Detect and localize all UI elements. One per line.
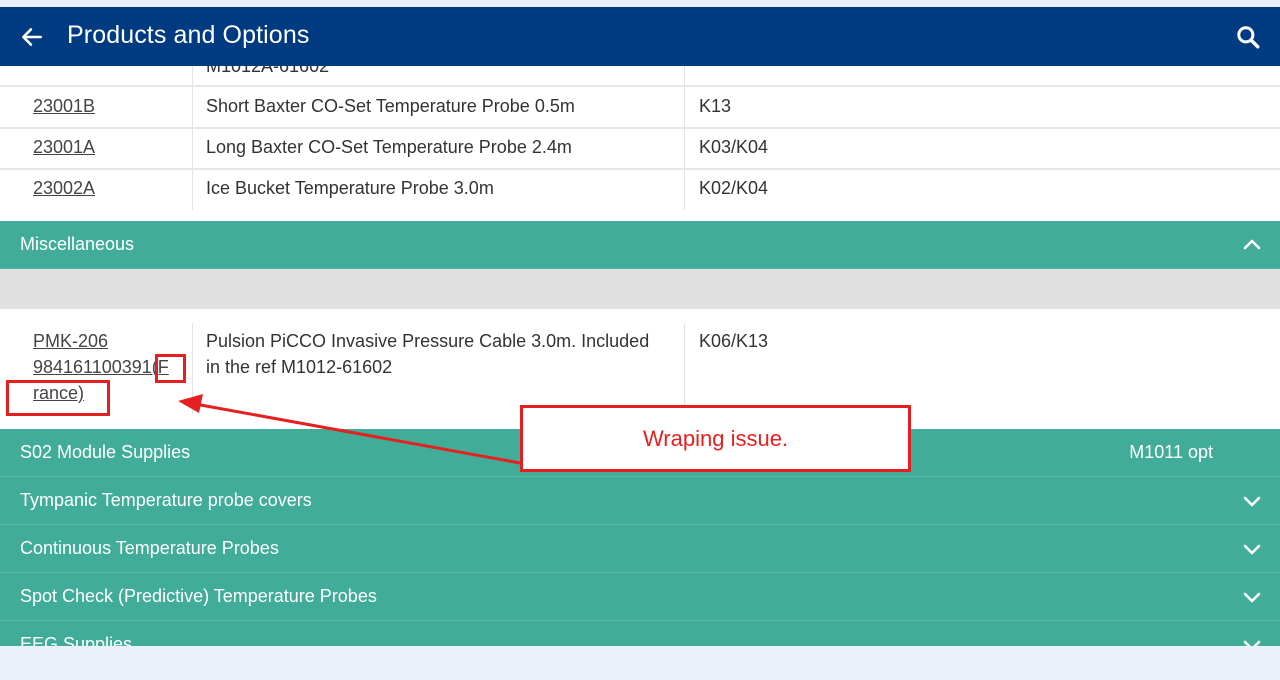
description-text: Pulsion PiCCO Invasive Pressure Cable 3.… xyxy=(206,331,650,351)
description-cell: Long Baxter CO-Set Temperature Probe 2.4… xyxy=(193,129,685,168)
annotation-callout: Wraping issue. xyxy=(520,405,911,472)
part-link-line[interactable]: PMK-206 xyxy=(33,328,192,354)
section-miscellaneous[interactable]: Miscellaneous xyxy=(0,221,1280,269)
section-label: Continuous Temperature Probes xyxy=(20,538,279,558)
section-option-text: M1011 opt xyxy=(1129,442,1213,462)
section-label: S02 Module Supplies xyxy=(20,442,191,462)
table-row: 23001A Long Baxter CO-Set Temperature Pr… xyxy=(0,129,1280,170)
description-cell: Pulsion PiCCO Invasive Pressure Cable 3.… xyxy=(193,323,685,415)
page-title: Products and Options xyxy=(67,21,310,49)
section-spot-check[interactable]: Spot Check (Predictive) Temperature Prob… xyxy=(0,573,1280,621)
chevron-down-icon xyxy=(1243,496,1261,507)
description-cell: Short Baxter CO-Set Temperature Probe 0.… xyxy=(193,87,685,127)
description-text: in the ref M1012-61602 xyxy=(206,357,393,377)
app-window: M1012A-61602 23001B Short Baxter CO-Set … xyxy=(0,7,1280,646)
code-cell: K03/K04 xyxy=(685,129,1280,168)
section-header-band xyxy=(0,269,1280,309)
section-label: EEG Supplies xyxy=(20,634,133,646)
part-link-text: 98416110039 xyxy=(33,357,142,377)
description-text: Short Baxter CO-Set Temperature Probe 0.… xyxy=(206,96,575,116)
description-text: Long Baxter CO-Set Temperature Probe 2.4… xyxy=(206,137,572,157)
search-icon xyxy=(1237,26,1260,49)
description-text: Ice Bucket Temperature Probe 3.0m xyxy=(206,178,494,198)
search-button[interactable] xyxy=(1228,17,1268,57)
chevron-down-icon xyxy=(1243,592,1261,603)
code-cell: K06/K13 xyxy=(685,323,1280,415)
part-link[interactable]: 23001B xyxy=(33,96,192,117)
section-label: Tympanic Temperature probe covers xyxy=(20,490,312,510)
code-text: K06/K13 xyxy=(699,331,769,351)
section-label: Spot Check (Predictive) Temperature Prob… xyxy=(20,586,377,606)
code-cell: K02/K04 xyxy=(685,170,1280,210)
chevron-down-icon xyxy=(1243,544,1261,555)
arrow-left-icon xyxy=(22,28,42,46)
part-link[interactable]: 23002A xyxy=(33,178,192,199)
table-row: 23002A Ice Bucket Temperature Probe 3.0m… xyxy=(0,170,1280,210)
code-text: K13 xyxy=(699,96,732,116)
part-cell: 23002A xyxy=(0,170,193,210)
highlight-box xyxy=(6,380,110,416)
part-cell: 23001B xyxy=(0,87,193,127)
chevron-up-icon xyxy=(1243,239,1261,250)
code-text: K02/K04 xyxy=(699,178,769,198)
section-continuous[interactable]: Continuous Temperature Probes xyxy=(0,525,1280,573)
part-link[interactable]: 23001A xyxy=(33,137,192,158)
table-row: 23001B Short Baxter CO-Set Temperature P… xyxy=(0,87,1280,129)
description-cell: Ice Bucket Temperature Probe 3.0m xyxy=(193,170,685,210)
section-tympanic[interactable]: Tympanic Temperature probe covers xyxy=(0,477,1280,525)
code-text: K03/K04 xyxy=(699,137,769,157)
back-button[interactable] xyxy=(12,17,52,57)
section-eeg[interactable]: EEG Supplies xyxy=(0,621,1280,646)
highlight-box xyxy=(155,354,186,383)
part-cell: 23001A xyxy=(0,129,193,168)
app-bar: Products and Options xyxy=(0,7,1280,66)
code-cell: K13 xyxy=(685,87,1280,127)
section-label: Miscellaneous xyxy=(20,234,135,254)
chevron-down-icon xyxy=(1243,640,1261,646)
